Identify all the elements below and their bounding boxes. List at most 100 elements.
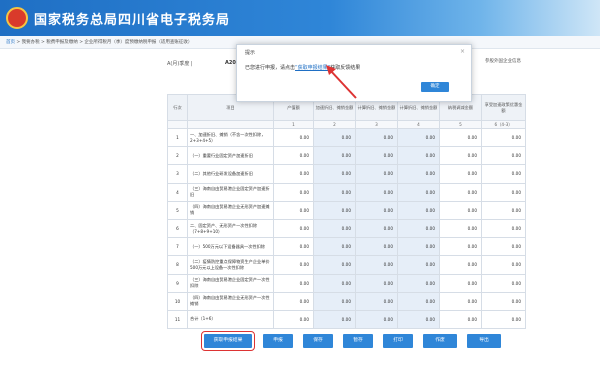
row-item: （二）疫情防控重点保障物资生产企业单价500万元以上设备一次性扣除	[187, 255, 274, 275]
value-cell[interactable]: 0.00	[313, 291, 356, 311]
row-item: （四）海南自由贸易港企业无形资产加速摊销	[187, 200, 274, 220]
value-cell: 0.00	[439, 182, 482, 202]
column-number: 1	[273, 120, 314, 129]
red-arrow-icon	[326, 65, 357, 99]
ok-button[interactable]: 确定	[421, 82, 449, 92]
breadcrumb-path: > 我要办税 > 税费申报及缴纳 > 企业所得税月（季）度预缴纳税申报（适用查账…	[15, 40, 193, 45]
value-cell: 0.00	[439, 309, 482, 330]
value-cell[interactable]: 0.00	[313, 182, 356, 202]
table-row: 7 （一）500万元以下设备器具一次性扣除 0.00 0.00 0.00 0.00 0.00…	[167, 237, 526, 257]
row-number: 9	[167, 273, 188, 293]
value-cell[interactable]: 0.00	[355, 182, 398, 202]
value-cell[interactable]: 0.00	[355, 291, 398, 311]
column-header: 行次	[167, 94, 188, 121]
value-cell: 0.00	[481, 127, 526, 148]
value-cell[interactable]: 0.00	[313, 127, 356, 148]
get-result-button[interactable]: 获取申报结果	[201, 331, 255, 351]
value-cell[interactable]: 0.00	[313, 146, 356, 166]
value-cell[interactable]: 0.00	[355, 273, 398, 293]
table-row: 9 （三）海南自由贸易港企业固定资产一次性扣除 0.00 0.00 0.00 0.00 0.…	[167, 273, 526, 293]
value-cell[interactable]: 0.00	[313, 200, 356, 220]
value-cell: 0.00	[481, 273, 526, 293]
value-cell[interactable]: 0.00	[355, 237, 398, 257]
row-item: （三）海南自由贸易港企业固定资产一次性扣除	[187, 273, 274, 293]
value-cell[interactable]: 0.00	[397, 291, 440, 311]
value-cell: 0.00	[439, 255, 482, 275]
value-cell[interactable]: 0.00	[397, 237, 440, 257]
value-cell[interactable]: 0.00	[355, 200, 398, 220]
value-cell[interactable]: 0.00	[397, 309, 440, 330]
value-cell: 0.00	[273, 146, 314, 166]
table-row: 5 （四）海南自由贸易港企业无形资产加速摊销 0.00 0.00 0.00 0.00 0.0…	[167, 200, 526, 220]
row-number: 2	[167, 146, 188, 166]
column-number: 6（4-3）	[481, 120, 526, 129]
value-cell[interactable]: 0.00	[355, 255, 398, 275]
column-number	[187, 120, 274, 129]
value-cell[interactable]: 0.00	[313, 164, 356, 184]
value-cell[interactable]: 0.00	[313, 218, 356, 239]
value-cell[interactable]: 0.00	[397, 273, 440, 293]
value-cell[interactable]: 0.00	[397, 164, 440, 184]
value-cell: 0.00	[439, 218, 482, 239]
export-button[interactable]: 导出	[467, 334, 501, 348]
value-cell[interactable]: 0.00	[355, 309, 398, 330]
value-cell[interactable]: 0.00	[313, 273, 356, 293]
table-row: 1 一、加速折旧、摊销（不含一次性扣除，2+3+4+5） 0.00 0.00 0.00 0…	[167, 127, 526, 148]
value-cell[interactable]: 0.00	[397, 200, 440, 220]
value-cell[interactable]: 0.00	[397, 218, 440, 239]
void-button[interactable]: 作废	[423, 334, 457, 348]
row-item: （一）重要行业固定资产加速折旧	[187, 146, 274, 166]
column-number: 2	[313, 120, 356, 129]
row-item: （四）海南自由贸易港企业无形资产一次性摊销	[187, 291, 274, 311]
row-number: 8	[167, 255, 188, 275]
value-cell: 0.00	[439, 291, 482, 311]
value-cell: 0.00	[481, 200, 526, 220]
value-cell[interactable]: 0.00	[397, 146, 440, 166]
value-cell[interactable]: 0.00	[397, 127, 440, 148]
row-number: 5	[167, 200, 188, 220]
value-cell[interactable]: 0.00	[397, 182, 440, 202]
site-title: 国家税务总局四川省电子税务局	[34, 13, 231, 28]
declare-button[interactable]: 申报	[263, 334, 293, 348]
print-button[interactable]: 打印	[383, 334, 413, 348]
temp-save-button[interactable]: 暂存	[343, 334, 373, 348]
save-button[interactable]: 保存	[303, 334, 333, 348]
value-cell[interactable]: 0.00	[313, 237, 356, 257]
value-cell[interactable]: 0.00	[355, 146, 398, 166]
table-row: 8 （二）疫情防控重点保障物资生产企业单价500万元以上设备一次性扣除 0.00 0.…	[167, 255, 526, 275]
site-header: 国家税务总局四川省电子税务局	[0, 0, 600, 36]
table-row: 4 （三）海南自由贸易港企业固定资产加速折旧 0.00 0.00 0.00 0.00 0.0…	[167, 182, 526, 202]
value-cell: 0.00	[273, 273, 314, 293]
value-cell[interactable]: 0.00	[355, 218, 398, 239]
value-cell[interactable]: 0.00	[355, 127, 398, 148]
column-number	[167, 120, 188, 129]
value-cell[interactable]: 0.00	[355, 164, 398, 184]
value-cell: 0.00	[273, 200, 314, 220]
value-cell: 0.00	[439, 146, 482, 166]
sheet-tab[interactable]: A(月)季度 |	[167, 60, 193, 67]
value-cell: 0.00	[273, 291, 314, 311]
value-cell: 0.00	[481, 309, 526, 330]
value-cell[interactable]: 0.00	[313, 255, 356, 275]
table-row: 2 （一）重要行业固定资产加速折旧 0.00 0.00 0.00 0.00 0.00 0.00	[167, 146, 526, 166]
action-bar: 获取申报结果 申报 保存 暂存 打印 作废 导出	[167, 331, 525, 352]
dialog-title: 提示	[245, 50, 256, 56]
value-cell: 0.00	[481, 291, 526, 311]
depreciation-table: 行次 项目 产值额 加速折旧、摊销金额 计算折旧、摊销金额 计算折旧、摊销金额 纳税调减金额…	[167, 94, 526, 330]
column-number: 4	[397, 120, 440, 129]
value-cell: 0.00	[481, 146, 526, 166]
value-cell[interactable]: 0.00	[397, 255, 440, 275]
breadcrumb-home[interactable]: 首页	[6, 40, 15, 45]
row-item: 二、固定资产、无形资产一次性扣除（7+8+9+10）	[187, 218, 274, 239]
value-cell: 0.00	[273, 255, 314, 275]
table-row: 11 合计（1+6） 0.00 0.00 0.00 0.00 0.00 0.00	[167, 309, 526, 330]
value-cell: 0.00	[273, 218, 314, 239]
value-cell[interactable]: 0.00	[313, 309, 356, 330]
column-number: 5	[439, 120, 482, 129]
corp-info-label[interactable]: 参股外国企业信息	[485, 58, 521, 64]
close-icon[interactable]: ×	[460, 48, 465, 55]
row-item: 合计（1+6）	[187, 309, 274, 330]
row-number: 4	[167, 182, 188, 202]
row-item: （三）海南自由贸易港企业固定资产加速折旧	[187, 182, 274, 202]
row-number: 6	[167, 218, 188, 239]
